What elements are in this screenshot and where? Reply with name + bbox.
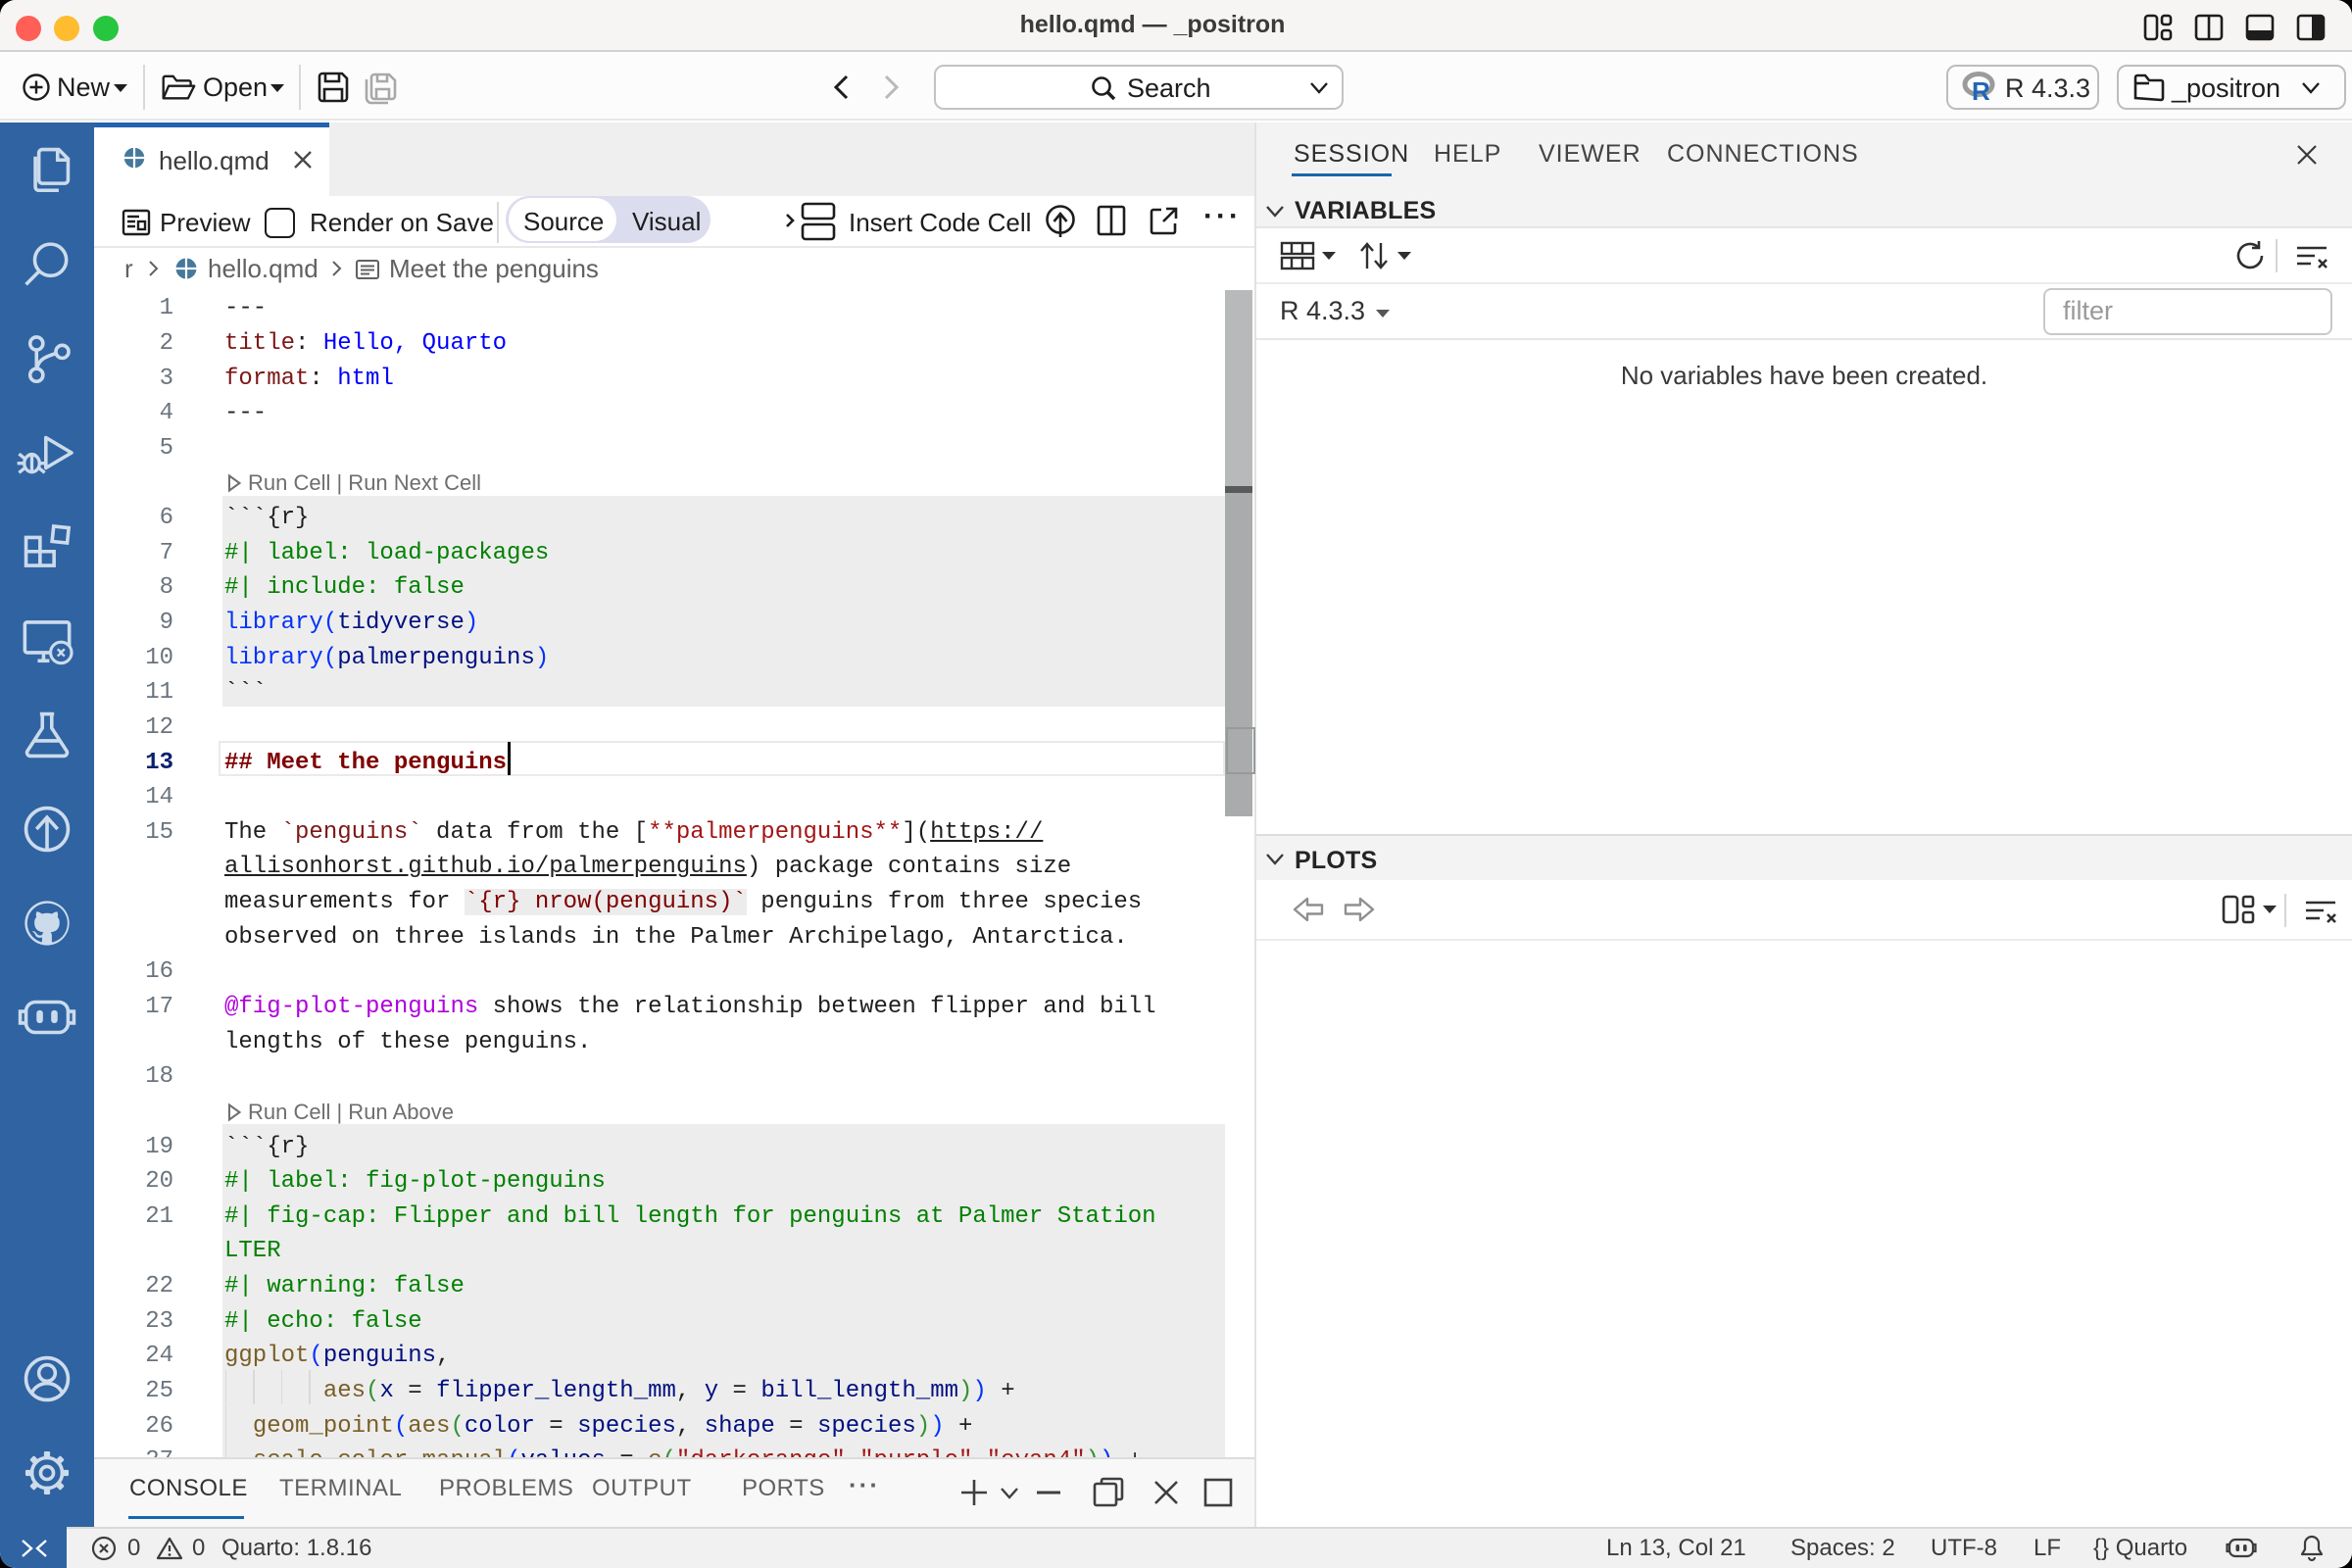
svg-text:R: R	[1972, 76, 1990, 103]
